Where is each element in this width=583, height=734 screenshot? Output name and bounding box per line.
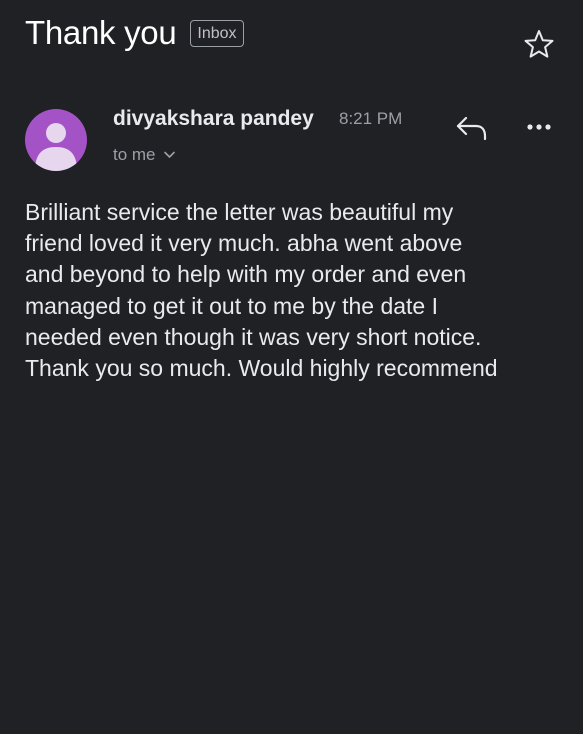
body-line: Brilliant service the letter was beautif… bbox=[25, 199, 454, 225]
sent-time: 8:21 PM bbox=[339, 109, 403, 128]
body-line: managed to get it out to me by the date … bbox=[25, 292, 438, 319]
body-line: Thank you so much. Would highly recommen… bbox=[25, 355, 498, 382]
person-icon bbox=[35, 123, 77, 171]
body-line: friend loved it very much. abha went abo… bbox=[25, 230, 463, 257]
star-outline-icon bbox=[524, 30, 554, 58]
recipients-toggle[interactable]: to me bbox=[113, 145, 175, 165]
star-button[interactable] bbox=[522, 28, 556, 60]
recipients-text: to me bbox=[113, 145, 156, 164]
email-subject: Thank you bbox=[25, 14, 177, 51]
more-options-button[interactable] bbox=[522, 114, 556, 140]
email-body: Brilliant service the letter was beautif… bbox=[25, 197, 560, 384]
sender-avatar[interactable] bbox=[25, 109, 87, 171]
inbox-label-chip[interactable]: Inbox bbox=[190, 19, 244, 47]
subject-row: Thank you Inbox bbox=[25, 14, 244, 52]
sender-name[interactable]: divyakshara pandey bbox=[113, 107, 314, 131]
reply-button[interactable] bbox=[452, 112, 490, 144]
reply-icon bbox=[456, 116, 487, 141]
body-line: and beyond to help with my order and eve… bbox=[25, 261, 467, 288]
body-line: needed even though it was very short not… bbox=[25, 323, 482, 350]
chevron-down-icon bbox=[163, 151, 175, 158]
more-horizontal-icon bbox=[527, 124, 551, 130]
